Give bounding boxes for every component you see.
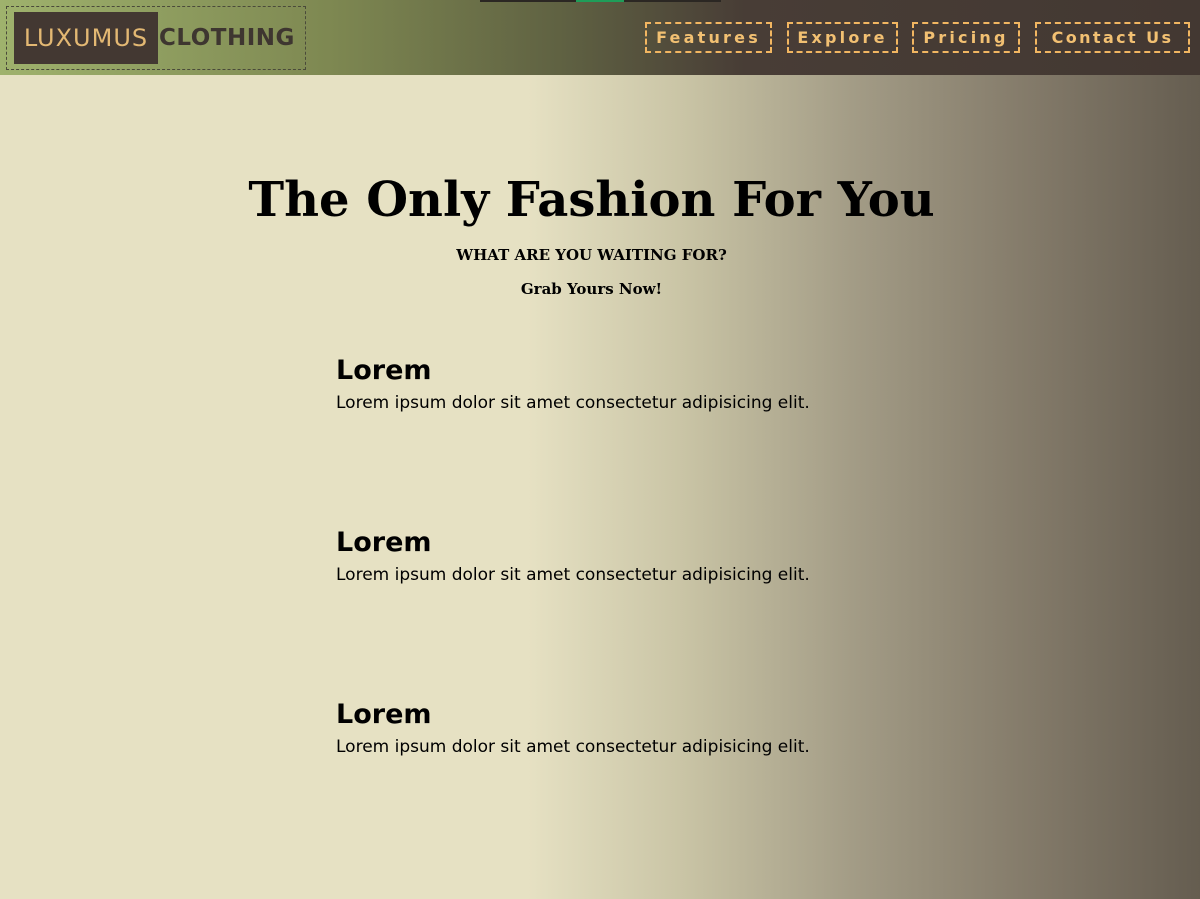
- hero-subtitle: WHAT ARE YOU WAITING FOR?: [456, 246, 727, 264]
- nav-link-pricing[interactable]: Pricing: [912, 22, 1020, 53]
- feature-item: Lorem Lorem ipsum dolor sit amet consect…: [336, 698, 896, 758]
- feature-title: Lorem: [336, 355, 432, 386]
- feature-text: Lorem ipsum dolor sit amet consectetur a…: [336, 737, 810, 757]
- logo[interactable]: LUXUMUS CLOTHING: [6, 6, 306, 70]
- hero-title: The Only Fashion For You: [248, 172, 935, 228]
- feature-text: Lorem ipsum dolor sit amet consectetur a…: [336, 565, 810, 585]
- top-strip-accent: [576, 0, 624, 2]
- nav-link-explore[interactable]: Explore: [787, 22, 898, 53]
- feature-item: Lorem Lorem ipsum dolor sit amet consect…: [336, 354, 896, 414]
- site-header: LUXUMUS CLOTHING Features Explore Pricin…: [0, 0, 1200, 75]
- nav-link-features[interactable]: Features: [645, 22, 772, 53]
- nav-link-contact-us[interactable]: Contact Us: [1035, 22, 1190, 53]
- feature-title: Lorem: [336, 699, 432, 730]
- feature-text: Lorem ipsum dolor sit amet consectetur a…: [336, 393, 810, 413]
- logo-dark-block: LUXUMUS: [14, 12, 158, 64]
- logo-word-clothing: CLOTHING: [159, 25, 295, 51]
- top-strip: [480, 0, 721, 2]
- feature-title: Lorem: [336, 527, 432, 558]
- hero-cta-text: Grab Yours Now!: [520, 280, 663, 298]
- logo-word-luxumus: LUXUMUS: [23, 24, 149, 52]
- feature-item: Lorem Lorem ipsum dolor sit amet consect…: [336, 526, 896, 586]
